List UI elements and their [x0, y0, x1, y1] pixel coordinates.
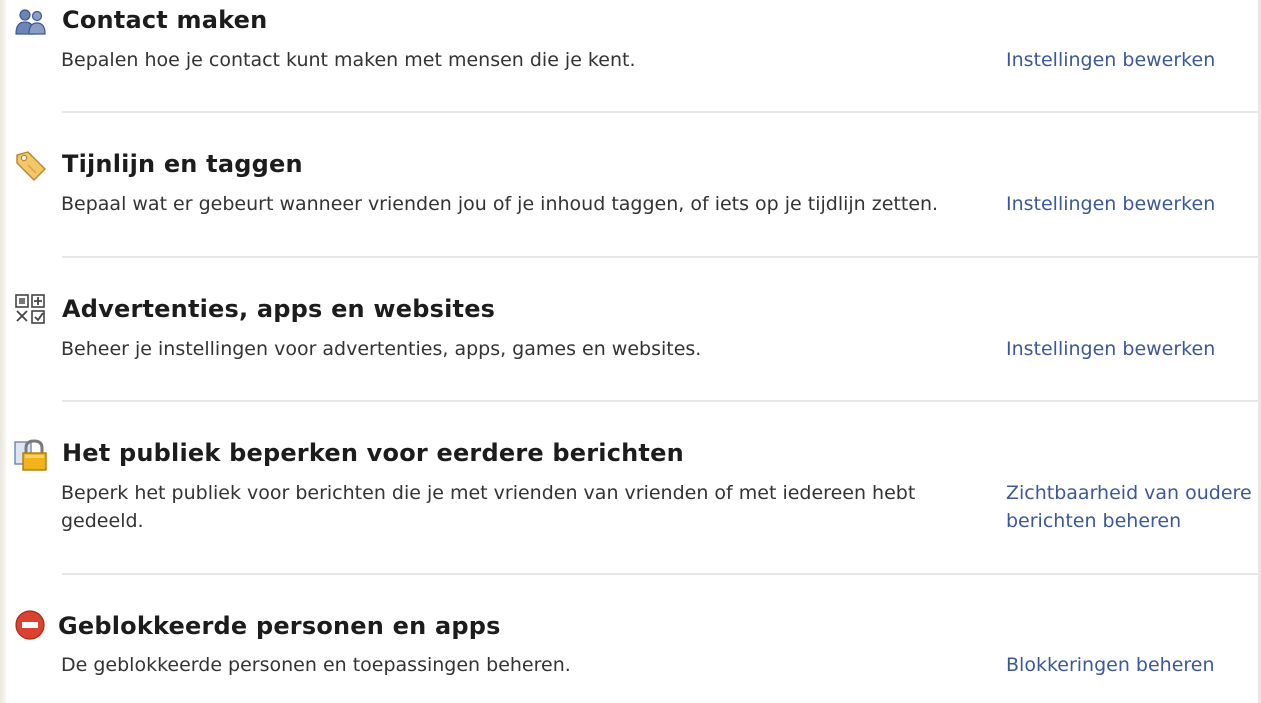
section-description: Beheer je instellingen voor advertenties…	[61, 338, 702, 360]
section-title: Het publiek beperken voor eerdere berich…	[62, 439, 684, 467]
section-description: Bepaal wat er gebeurt wanneer vrienden j…	[61, 193, 939, 215]
divider	[62, 256, 1261, 258]
tag-icon	[14, 149, 48, 183]
lock-icon	[14, 438, 48, 472]
section-title: Contact maken	[62, 6, 268, 34]
manage-old-posts-visibility-link[interactable]: Zichtbaarheid van oudere berichten beher…	[1006, 479, 1258, 535]
section-description: Bepalen hoe je contact kunt maken met me…	[61, 49, 636, 71]
divider	[62, 111, 1261, 113]
apps-grid-icon	[14, 292, 48, 326]
section-description: De geblokkeerde personen en toepassingen…	[61, 654, 571, 676]
people-icon	[14, 5, 48, 39]
section-title: Advertenties, apps en websites	[62, 295, 496, 323]
edit-settings-link[interactable]: Instellingen bewerken	[1006, 190, 1215, 218]
section-title: Geblokkeerde personen en apps	[58, 612, 501, 640]
divider	[62, 573, 1261, 575]
edit-settings-link[interactable]: Instellingen bewerken	[1006, 46, 1215, 74]
left-edge	[0, 0, 6, 703]
manage-blocks-link[interactable]: Blokkeringen beheren	[1006, 651, 1215, 679]
section-title: Tijnlijn en taggen	[62, 150, 303, 178]
edit-settings-link[interactable]: Instellingen bewerken	[1006, 335, 1215, 363]
section-description: Beperk het publiek voor berichten die je…	[61, 482, 916, 532]
divider	[62, 400, 1261, 402]
blocked-icon	[14, 608, 48, 642]
